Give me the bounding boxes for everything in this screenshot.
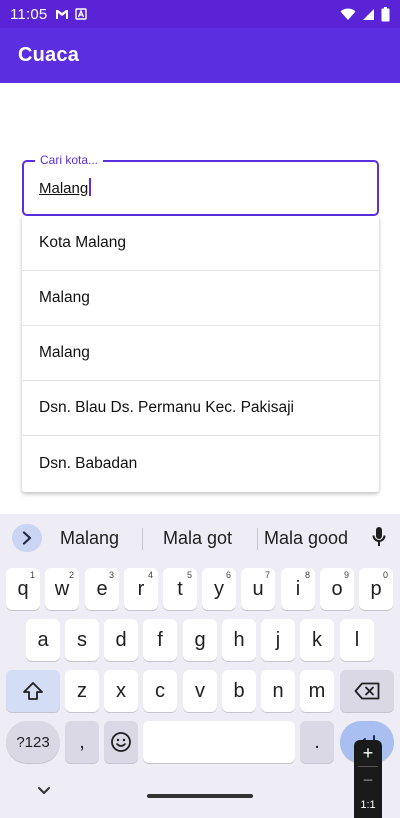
search-label: Cari kota... (35, 153, 104, 167)
word-suggestion[interactable]: Mala good (264, 528, 348, 549)
key-v[interactable]: v (183, 670, 217, 712)
suggestion-item[interactable]: Dsn. Blau Ds. Permanu Kec. Pakisaji (22, 381, 379, 436)
shift-icon (23, 682, 43, 700)
key-x[interactable]: x (104, 670, 138, 712)
suggestion-divider (257, 528, 258, 550)
gmail-icon (56, 9, 69, 19)
symbols-key[interactable]: ?123 (6, 721, 60, 763)
key-z[interactable]: z (65, 670, 99, 712)
app-bar: Cuaca (0, 28, 400, 83)
word-suggestion[interactable]: Mala got (163, 528, 232, 549)
notification-a-icon (75, 8, 88, 20)
suggestion-divider (142, 528, 143, 550)
word-suggestion[interactable]: Malang (60, 528, 119, 549)
screen: 11:05 Cuaca Cari kota... Malang Kota Mal… (0, 0, 400, 818)
key-w[interactable]: w2 (45, 568, 79, 610)
key-r[interactable]: r4 (124, 568, 158, 610)
key-y[interactable]: y6 (202, 568, 236, 610)
key-d[interactable]: d (104, 619, 138, 661)
key-g[interactable]: g (183, 619, 217, 661)
shift-key[interactable] (6, 670, 60, 712)
key-l[interactable]: l (340, 619, 374, 661)
status-bar: 11:05 (0, 0, 400, 28)
key-h[interactable]: h (222, 619, 256, 661)
zoom-controls: + − 1:1 (354, 740, 382, 818)
soft-keyboard: Malang Mala got Mala good q1 w2 e3 r4 t5… (0, 514, 400, 818)
key-b[interactable]: b (222, 670, 256, 712)
keyboard-suggestion-strip: Malang Mala got Mala good (0, 514, 400, 562)
home-gesture-pill[interactable] (147, 794, 253, 798)
expand-toolbar-button[interactable] (12, 524, 42, 552)
key-k[interactable]: k (300, 619, 334, 661)
status-time: 11:05 (10, 5, 48, 23)
key-e[interactable]: e3 (85, 568, 119, 610)
key-o[interactable]: o9 (320, 568, 354, 610)
text-cursor (89, 178, 92, 196)
key-f[interactable]: f (143, 619, 177, 661)
backspace-key[interactable] (340, 670, 394, 712)
key-j[interactable]: j (261, 619, 295, 661)
emoji-icon (111, 732, 131, 752)
microphone-icon[interactable] (372, 526, 386, 548)
zoom-in-button[interactable]: + (363, 740, 374, 766)
suggestion-item[interactable]: Kota Malang (22, 216, 379, 271)
key-c[interactable]: c (143, 670, 177, 712)
app-title: Cuaca (18, 44, 80, 66)
key-s[interactable]: s (65, 619, 99, 661)
key-q[interactable]: q1 (6, 568, 40, 610)
backspace-icon (354, 682, 380, 700)
space-bar[interactable] (143, 721, 295, 763)
battery-icon (381, 6, 390, 21)
period-key[interactable]: . (300, 721, 334, 763)
suggestion-item[interactable]: Dsn. Babadan (22, 436, 379, 491)
emoji-key[interactable] (104, 721, 138, 763)
navigation-bar (0, 774, 400, 818)
signal-icon (363, 8, 374, 20)
key-p[interactable]: p0 (359, 568, 393, 610)
city-suggestions-list: Kota Malang Malang Malang Dsn. Blau Ds. … (22, 216, 379, 492)
key-a[interactable]: a (26, 619, 60, 661)
comma-key[interactable]: , (65, 721, 99, 763)
chevron-right-icon (22, 531, 32, 545)
key-i[interactable]: i8 (281, 568, 315, 610)
key-m[interactable]: m (300, 670, 334, 712)
wifi-icon (340, 8, 356, 20)
zoom-ratio[interactable]: 1:1 (360, 799, 375, 811)
search-field[interactable]: Cari kota... Malang (22, 153, 379, 216)
key-u[interactable]: u7 (241, 568, 275, 610)
key-n[interactable]: n (261, 670, 295, 712)
hide-keyboard-icon[interactable] (37, 786, 51, 796)
search-input[interactable]: Malang (39, 180, 88, 197)
suggestion-item[interactable]: Malang (22, 326, 379, 381)
key-t[interactable]: t5 (163, 568, 197, 610)
suggestion-item[interactable]: Malang (22, 271, 379, 326)
zoom-out-button[interactable]: − (363, 767, 374, 793)
